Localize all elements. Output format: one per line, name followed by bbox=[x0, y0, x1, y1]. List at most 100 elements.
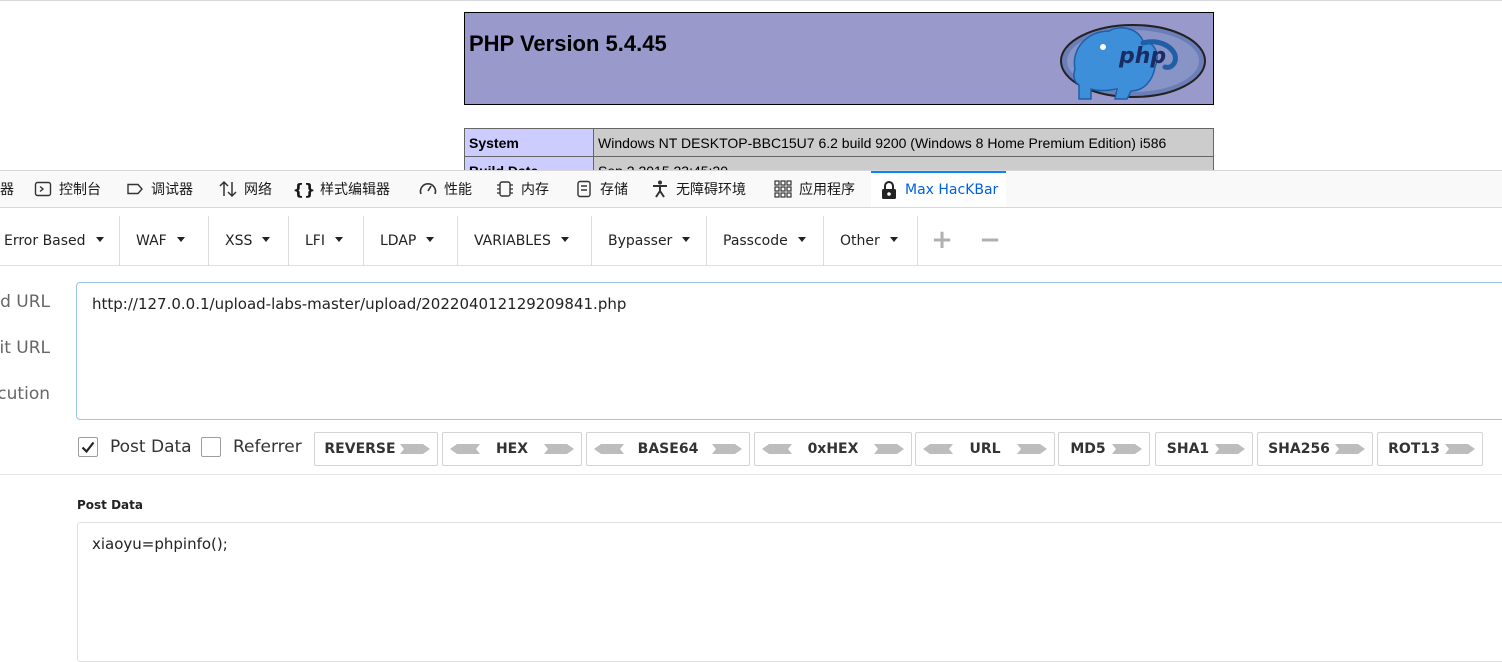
add-icon[interactable]: + bbox=[928, 227, 956, 255]
tab-performance[interactable]: 性能 bbox=[418, 171, 472, 207]
sha1-button[interactable]: SHA1 bbox=[1155, 432, 1253, 466]
rot13-button[interactable]: ROT13 bbox=[1377, 432, 1483, 466]
php-header: PHP Version 5.4.45 php bbox=[464, 12, 1214, 105]
application-icon bbox=[773, 179, 793, 199]
menu-variables[interactable]: VARIABLES bbox=[458, 216, 592, 266]
encoder-label: SHA1 bbox=[1166, 441, 1210, 457]
tab-console[interactable]: 控制台 bbox=[33, 171, 101, 207]
encoder-label: URL bbox=[969, 441, 1001, 457]
tab-label: 控制台 bbox=[59, 182, 101, 198]
tab-label: 性能 bbox=[444, 182, 472, 198]
menu-xss[interactable]: XSS bbox=[209, 216, 289, 266]
post-data-title: Post Data bbox=[77, 498, 143, 512]
hackbar-icon bbox=[879, 180, 899, 200]
caret-down-icon bbox=[797, 236, 806, 242]
table-row: Build Date Sep 2 2015 23:45:20 bbox=[464, 156, 1214, 170]
post-data-input[interactable]: xiaoyu=phpinfo(); bbox=[77, 522, 1502, 662]
php-version-title: PHP Version 5.4.45 bbox=[469, 31, 667, 56]
hackbar-menu-bar: Error Based WAF XSS LFI LDAP VARIABLES B… bbox=[0, 216, 1502, 266]
execution-button[interactable]: ecution bbox=[0, 384, 50, 404]
caret-down-icon bbox=[176, 236, 185, 242]
devtools-tab-bar: 器 控制台 调试器 网络 {} 样式编辑器 性能 内存 存储 无障碍环境 应用程… bbox=[0, 170, 1502, 208]
info-value: Sep 2 2015 23:45:20 bbox=[593, 156, 1214, 170]
performance-icon bbox=[418, 179, 438, 199]
menu-lfi[interactable]: LFI bbox=[289, 216, 364, 266]
split-url-button[interactable]: it URL bbox=[0, 338, 50, 358]
table-row: System Windows NT DESKTOP-BBC15U7 6.2 bu… bbox=[464, 128, 1214, 157]
menu-label: Passcode bbox=[723, 233, 788, 249]
tab-memory[interactable]: 内存 bbox=[495, 171, 549, 207]
encoder-label: HEX bbox=[495, 441, 529, 457]
tab-label: 存储 bbox=[600, 182, 628, 198]
arrow-right-icon bbox=[1335, 444, 1365, 454]
arrow-left-icon bbox=[923, 444, 953, 454]
accessibility-icon bbox=[650, 179, 670, 199]
menu-other[interactable]: Other bbox=[824, 216, 918, 266]
encoder-label: BASE64 bbox=[637, 441, 699, 457]
php-info-table: System Windows NT DESKTOP-BBC15U7 6.2 bu… bbox=[464, 128, 1214, 170]
caret-down-icon bbox=[560, 236, 569, 242]
arrow-left-icon bbox=[594, 444, 624, 454]
arrow-right-icon bbox=[400, 444, 430, 454]
arrow-left-icon bbox=[762, 444, 792, 454]
style-editor-icon: {} bbox=[292, 179, 316, 199]
arrow-right-icon bbox=[1215, 444, 1245, 454]
options-row: Post Data Referrer REVERSE HEX BASE64 0x… bbox=[0, 431, 1502, 475]
tab-label: 器 bbox=[0, 182, 14, 198]
menu-waf[interactable]: WAF bbox=[120, 216, 209, 266]
url-input[interactable]: http://127.0.0.1/upload-labs-master/uplo… bbox=[76, 282, 1502, 420]
menu-bypasser[interactable]: Bypasser bbox=[592, 216, 707, 266]
tab-application[interactable]: 应用程序 bbox=[773, 171, 855, 207]
tab-label: 调试器 bbox=[151, 182, 193, 198]
base64-button[interactable]: BASE64 bbox=[586, 432, 750, 466]
menu-label: LFI bbox=[305, 233, 325, 249]
hex-button[interactable]: HEX bbox=[442, 432, 582, 466]
tab-storage[interactable]: 存储 bbox=[574, 171, 628, 207]
checkbox-checked-icon bbox=[78, 437, 98, 457]
load-url-button[interactable]: ad URL bbox=[0, 292, 50, 312]
arrow-right-icon bbox=[712, 444, 742, 454]
tab-label: 内存 bbox=[521, 182, 549, 198]
menu-passcode[interactable]: Passcode bbox=[707, 216, 824, 266]
menu-ldap[interactable]: LDAP bbox=[364, 216, 458, 266]
arrow-right-icon bbox=[1445, 444, 1475, 454]
remove-icon[interactable]: − bbox=[976, 227, 1004, 255]
md5-button[interactable]: MD5 bbox=[1058, 432, 1150, 466]
tab-inspector[interactable]: 器 bbox=[0, 171, 14, 207]
menu-label: VARIABLES bbox=[474, 233, 551, 249]
caret-down-icon bbox=[682, 236, 691, 242]
menu-label: XSS bbox=[225, 233, 253, 249]
tab-network[interactable]: 网络 bbox=[218, 171, 272, 207]
info-key: System bbox=[464, 128, 594, 157]
checkbox-label: Post Data bbox=[110, 437, 192, 457]
encoder-label: REVERSE bbox=[324, 441, 396, 457]
php-logo-text: php bbox=[1118, 44, 1166, 69]
tab-style-editor[interactable]: {} 样式编辑器 bbox=[292, 171, 390, 207]
arrow-right-icon bbox=[1112, 444, 1142, 454]
menu-label: Error Based bbox=[4, 233, 86, 249]
phpinfo-page: PHP Version 5.4.45 php System Windows NT… bbox=[0, 0, 1502, 170]
caret-down-icon bbox=[262, 236, 271, 242]
caret-down-icon bbox=[334, 236, 343, 242]
referrer-checkbox[interactable]: Referrer bbox=[201, 437, 302, 457]
tab-max-hackbar[interactable]: Max HacKBar bbox=[871, 171, 1007, 207]
info-value: Windows NT DESKTOP-BBC15U7 6.2 build 920… bbox=[593, 128, 1214, 157]
0xhex-button[interactable]: 0xHEX bbox=[754, 432, 912, 466]
menu-label: LDAP bbox=[380, 233, 417, 249]
caret-down-icon bbox=[426, 236, 435, 242]
tab-label: 网络 bbox=[244, 182, 272, 198]
tab-debugger[interactable]: 调试器 bbox=[125, 171, 193, 207]
tab-label: 无障碍环境 bbox=[676, 182, 746, 198]
encoder-label: MD5 bbox=[1070, 441, 1106, 457]
reverse-button[interactable]: REVERSE bbox=[314, 432, 438, 466]
caret-down-icon bbox=[889, 236, 898, 242]
memory-icon bbox=[495, 179, 515, 199]
sha256-button[interactable]: SHA256 bbox=[1257, 432, 1373, 466]
php-elephant-logo: php bbox=[1060, 24, 1206, 100]
post-data-checkbox[interactable]: Post Data bbox=[78, 437, 192, 457]
url-encode-button[interactable]: URL bbox=[915, 432, 1055, 466]
caret-down-icon bbox=[95, 236, 104, 242]
arrow-left-icon bbox=[450, 444, 480, 454]
tab-accessibility[interactable]: 无障碍环境 bbox=[650, 171, 746, 207]
menu-error-based[interactable]: Error Based bbox=[0, 216, 120, 266]
